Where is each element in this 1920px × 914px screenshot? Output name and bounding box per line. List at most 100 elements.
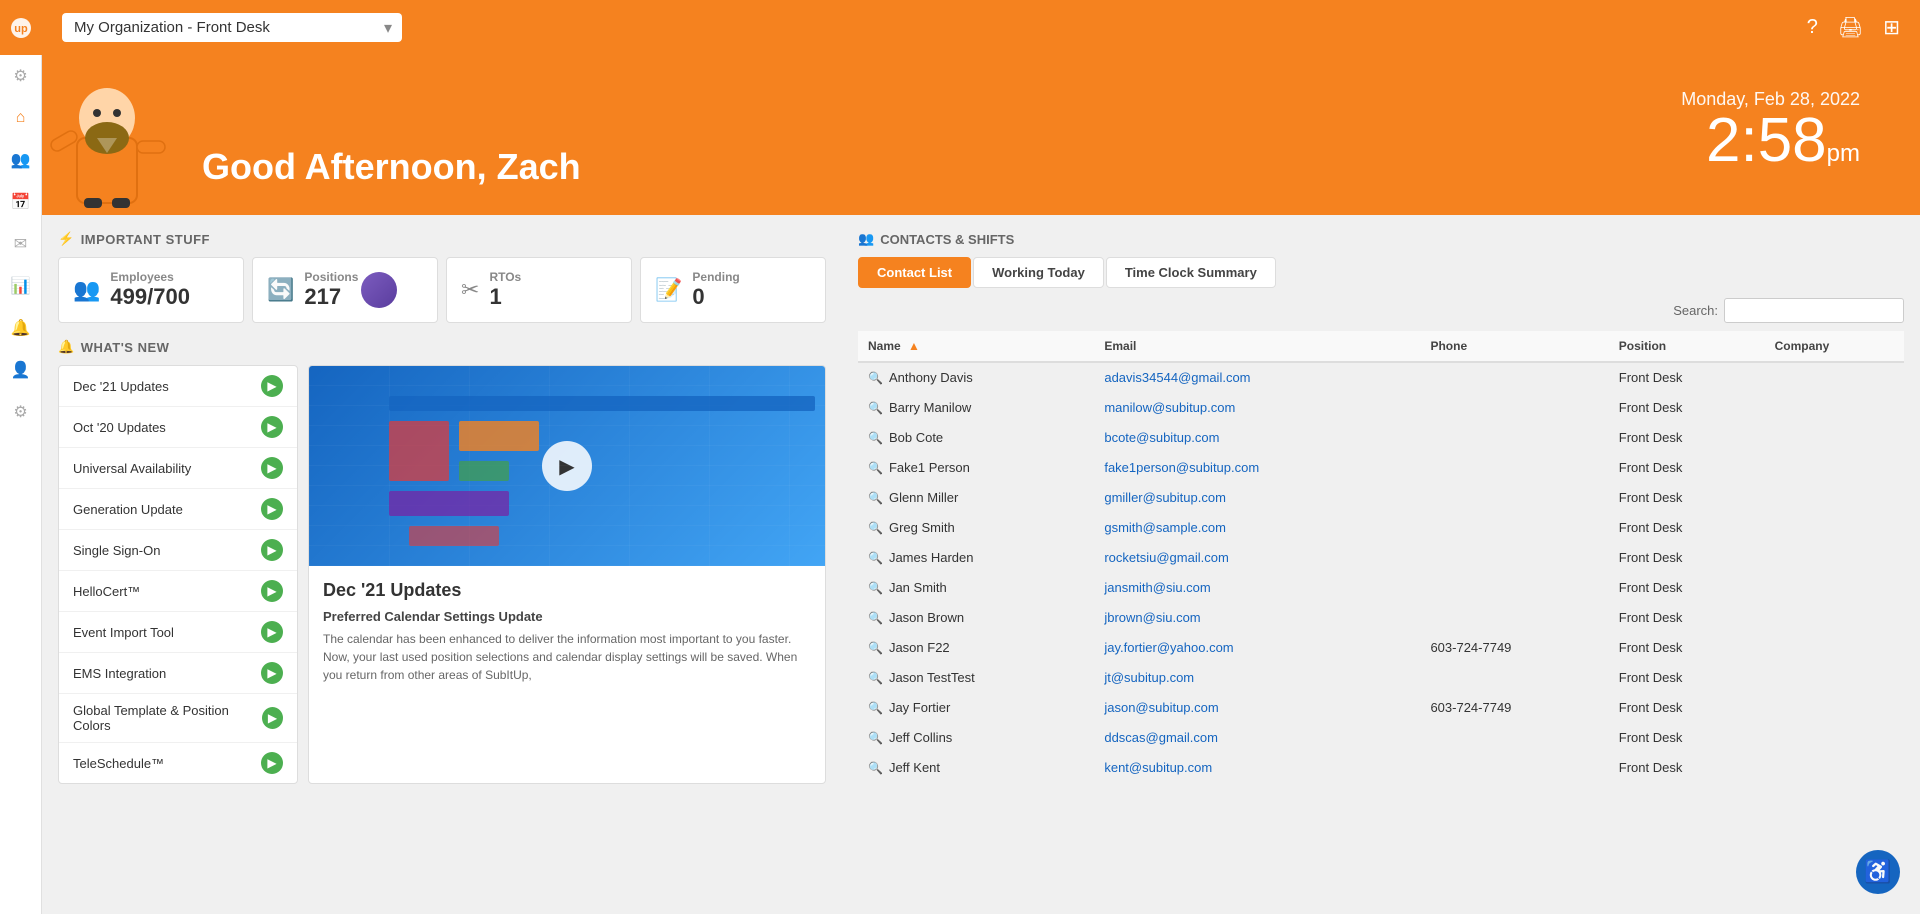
cell-phone-3: [1420, 453, 1608, 483]
email-link-5[interactable]: gsmith@sample.com: [1104, 520, 1226, 535]
accessibility-button[interactable]: ♿: [1856, 850, 1900, 894]
col-name[interactable]: Name ▲: [858, 331, 1094, 362]
row-search-icon-8[interactable]: 🔍: [868, 611, 883, 625]
app-logo[interactable]: up: [0, 0, 42, 55]
tab-working-today[interactable]: Working Today: [973, 257, 1104, 288]
contact-name-3: Fake1 Person: [889, 460, 970, 475]
col-email[interactable]: Email: [1094, 331, 1420, 362]
sidebar-item-charts[interactable]: 📊: [0, 265, 42, 307]
search-input[interactable]: [1724, 298, 1904, 323]
pending-card[interactable]: 📝 Pending 0: [640, 257, 826, 323]
table-row[interactable]: 🔍 Jason F22 jay.fortier@yahoo.com 603-72…: [858, 633, 1904, 663]
row-search-icon-12[interactable]: 🔍: [868, 731, 883, 745]
row-search-icon-7[interactable]: 🔍: [868, 581, 883, 595]
cell-email-4: gmiller@subitup.com: [1094, 483, 1420, 513]
cell-email-13: kent@subitup.com: [1094, 753, 1420, 783]
news-item-teleschedule[interactable]: TeleSchedule™ ▶: [59, 743, 297, 783]
cell-company-7: [1765, 573, 1904, 603]
contact-name-0: Anthony Davis: [889, 370, 973, 385]
row-search-icon-10[interactable]: 🔍: [868, 671, 883, 685]
sidebar-item-alerts[interactable]: 🔔: [0, 307, 42, 349]
video-thumbnail[interactable]: ▶: [309, 366, 825, 566]
row-search-icon-1[interactable]: 🔍: [868, 401, 883, 415]
row-search-icon-9[interactable]: 🔍: [868, 641, 883, 655]
news-item-dec21[interactable]: Dec '21 Updates ▶: [59, 366, 297, 407]
cell-name-1: 🔍 Barry Manilow: [858, 393, 1094, 423]
sidebar-item-messages[interactable]: ✉: [0, 223, 42, 265]
sidebar-item-team[interactable]: 👥: [0, 139, 42, 181]
row-search-icon-13[interactable]: 🔍: [868, 761, 883, 775]
cell-position-3: Front Desk: [1609, 453, 1765, 483]
right-panel: 👥 CONTACTS & SHIFTS Contact List Working…: [842, 215, 1920, 914]
row-search-icon-2[interactable]: 🔍: [868, 431, 883, 445]
table-row[interactable]: 🔍 Jeff Collins ddscas@gmail.com Front De…: [858, 723, 1904, 753]
news-item-universal[interactable]: Universal Availability ▶: [59, 448, 297, 489]
sidebar-item-user[interactable]: 👤: [0, 349, 42, 391]
row-search-icon-3[interactable]: 🔍: [868, 461, 883, 475]
table-row[interactable]: 🔍 Anthony Davis adavis34544@gmail.com Fr…: [858, 362, 1904, 393]
sidebar-item-calendar[interactable]: 📅: [0, 181, 42, 223]
positions-value: 217: [304, 284, 358, 310]
news-item-event-import[interactable]: Event Import Tool ▶: [59, 612, 297, 653]
table-row[interactable]: 🔍 James Harden rocketsiu@gmail.com Front…: [858, 543, 1904, 573]
org-selector[interactable]: My Organization - Front Desk: [62, 13, 402, 42]
row-search-icon-11[interactable]: 🔍: [868, 701, 883, 715]
col-position[interactable]: Position: [1609, 331, 1765, 362]
tab-time-clock[interactable]: Time Clock Summary: [1106, 257, 1276, 288]
print-icon[interactable]: 🖨: [1838, 15, 1863, 40]
col-company[interactable]: Company: [1765, 331, 1904, 362]
table-row[interactable]: 🔍 Jason Brown jbrown@siu.com Front Desk: [858, 603, 1904, 633]
table-row[interactable]: 🔍 Glenn Miller gmiller@subitup.com Front…: [858, 483, 1904, 513]
row-search-icon-5[interactable]: 🔍: [868, 521, 883, 535]
table-row[interactable]: 🔍 Greg Smith gsmith@sample.com Front Des…: [858, 513, 1904, 543]
email-link-13[interactable]: kent@subitup.com: [1104, 760, 1212, 775]
table-row[interactable]: 🔍 Jan Smith jansmith@siu.com Front Desk: [858, 573, 1904, 603]
email-link-4[interactable]: gmiller@subitup.com: [1104, 490, 1226, 505]
positions-circle: [361, 272, 397, 308]
email-link-12[interactable]: ddscas@gmail.com: [1104, 730, 1218, 745]
news-item-oct20[interactable]: Oct '20 Updates ▶: [59, 407, 297, 448]
row-search-icon-0[interactable]: 🔍: [868, 371, 883, 385]
row-search-icon-4[interactable]: 🔍: [868, 491, 883, 505]
table-row[interactable]: 🔍 Jay Fortier jason@subitup.com 603-724-…: [858, 693, 1904, 723]
employees-card[interactable]: 👥 Employees 499/700: [58, 257, 244, 323]
news-item-sso[interactable]: Single Sign-On ▶: [59, 530, 297, 571]
table-wrap[interactable]: Name ▲ Email Phone Position Company 🔍: [858, 331, 1904, 898]
cell-name-3: 🔍 Fake1 Person: [858, 453, 1094, 483]
email-link-6[interactable]: rocketsiu@gmail.com: [1104, 550, 1228, 565]
sidebar-item-settings2[interactable]: ⚙: [0, 391, 42, 433]
email-link-1[interactable]: manilow@subitup.com: [1104, 400, 1235, 415]
table-row[interactable]: 🔍 Jason TestTest jt@subitup.com Front De…: [858, 663, 1904, 693]
tab-contact-list[interactable]: Contact List: [858, 257, 971, 288]
news-item-global-template[interactable]: Global Template & Position Colors ▶: [59, 694, 297, 743]
cell-company-5: [1765, 513, 1904, 543]
table-row[interactable]: 🔍 Barry Manilow manilow@subitup.com Fron…: [858, 393, 1904, 423]
positions-card[interactable]: 🔄 Positions 217: [252, 257, 438, 323]
apps-icon[interactable]: ⊞: [1883, 15, 1900, 40]
cell-company-4: [1765, 483, 1904, 513]
news-item-hellocert[interactable]: HelloCert™ ▶: [59, 571, 297, 612]
cell-email-6: rocketsiu@gmail.com: [1094, 543, 1420, 573]
email-link-7[interactable]: jansmith@siu.com: [1104, 580, 1210, 595]
email-link-0[interactable]: adavis34544@gmail.com: [1104, 370, 1250, 385]
row-search-icon-6[interactable]: 🔍: [868, 551, 883, 565]
email-link-11[interactable]: jason@subitup.com: [1104, 700, 1218, 715]
sidebar-item-settings[interactable]: ⚙: [0, 55, 42, 97]
help-icon[interactable]: ?: [1807, 16, 1818, 39]
sidebar-item-home[interactable]: ⌂: [0, 97, 42, 139]
col-phone[interactable]: Phone: [1420, 331, 1608, 362]
table-row[interactable]: 🔍 Bob Cote bcote@subitup.com Front Desk: [858, 423, 1904, 453]
email-link-8[interactable]: jbrown@siu.com: [1104, 610, 1200, 625]
email-link-3[interactable]: fake1person@subitup.com: [1104, 460, 1259, 475]
table-row[interactable]: 🔍 Jeff Kent kent@subitup.com Front Desk: [858, 753, 1904, 783]
email-link-9[interactable]: jay.fortier@yahoo.com: [1104, 640, 1233, 655]
org-selector-wrap[interactable]: My Organization - Front Desk: [62, 13, 402, 42]
news-item-ems[interactable]: EMS Integration ▶: [59, 653, 297, 694]
table-row[interactable]: 🔍 Fake1 Person fake1person@subitup.com F…: [858, 453, 1904, 483]
news-item-generation[interactable]: Generation Update ▶: [59, 489, 297, 530]
email-link-10[interactable]: jt@subitup.com: [1104, 670, 1194, 685]
news-arrow-ems: ▶: [261, 662, 283, 684]
email-link-2[interactable]: bcote@subitup.com: [1104, 430, 1219, 445]
rtos-card[interactable]: ✂ RTOs 1: [446, 257, 632, 323]
hero-left: Good Afternoon, Zach: [42, 63, 581, 208]
